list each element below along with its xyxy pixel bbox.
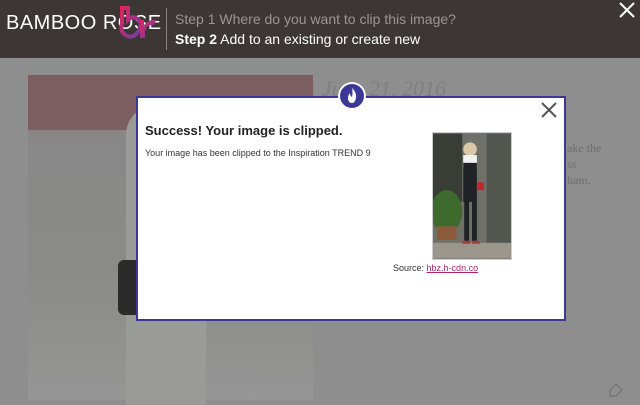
source-link[interactable]: hbz.h-cdn.co: [427, 263, 479, 273]
step-1-text: Where do you want to clip this image?: [219, 11, 456, 27]
success-title: Success! Your image is clipped.: [145, 123, 343, 138]
step-2-number: Step 2: [175, 31, 218, 47]
step-2: Step 2 Add to an existing or create new: [175, 31, 420, 47]
step-2-text: Add to an existing or create new: [220, 31, 421, 47]
header-divider: [166, 8, 167, 50]
clipped-image-thumbnail[interactable]: [432, 132, 512, 260]
tag-icon: [609, 382, 624, 397]
image-source: Source: hbz.h-cdn.co: [393, 263, 478, 273]
flame-icon: [338, 82, 366, 110]
background-text: ake the ss ham.: [567, 141, 602, 187]
bamboo-rose-logo-icon: [119, 6, 156, 39]
top-bar: BAMBOO ROSE Step 1 Where do you want to …: [0, 0, 640, 58]
step-1: Step 1 Where do you want to clip this im…: [175, 11, 456, 27]
close-icon[interactable]: [617, 0, 637, 20]
modal-close-icon[interactable]: [540, 101, 558, 119]
source-label: Source:: [393, 263, 425, 273]
success-message: Your image has been clipped to the Inspi…: [145, 148, 371, 158]
step-1-number: Step 1: [175, 11, 216, 27]
